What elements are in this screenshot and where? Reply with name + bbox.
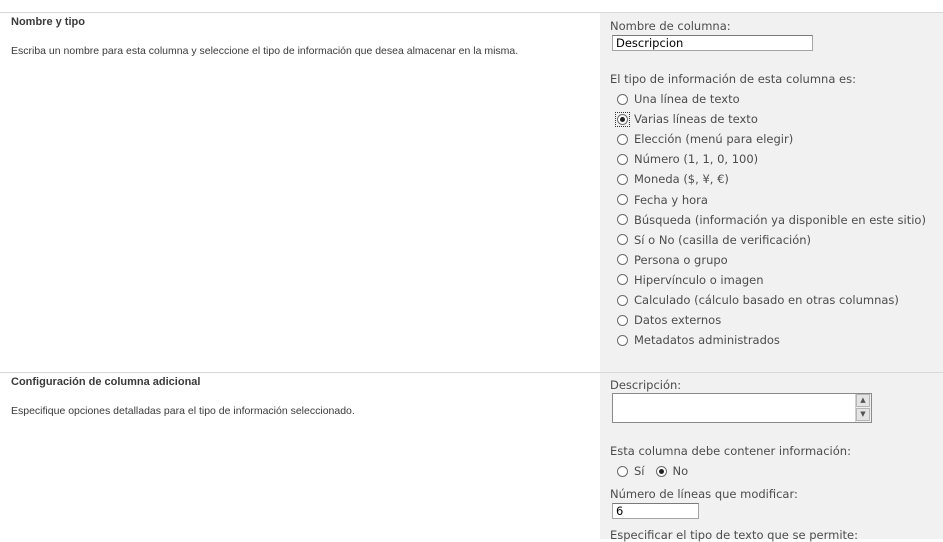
settings-column: Nombre de columna: Descripcion El tipo d… <box>600 0 943 542</box>
radio-circle-icon <box>617 465 628 477</box>
lines-input[interactable]: 6 <box>612 503 699 519</box>
radio-circle-icon <box>617 274 628 286</box>
column-type-option[interactable]: Una línea de texto <box>616 90 740 108</box>
column-type-label: El tipo de información de esta columna e… <box>610 72 856 86</box>
column-type-label-text: Hipervínculo o imagen <box>634 272 764 287</box>
text-type-label: Especificar el tipo de texto que se perm… <box>610 528 858 542</box>
column-type-option[interactable]: Metadatos administrados <box>616 331 780 349</box>
column-type-label-text: Persona o grupo <box>634 252 728 267</box>
column-type-radio[interactable] <box>616 153 629 166</box>
column-type-label-text: Búsqueda (información ya disponible en e… <box>634 212 926 227</box>
column-type-radio[interactable] <box>616 294 629 307</box>
column-type-label-text: Número (1, 1, 0, 100) <box>634 152 759 167</box>
radio-circle-icon <box>617 334 628 346</box>
radio-circle-icon <box>617 214 628 226</box>
column-type-option[interactable]: Búsqueda (información ya disponible en e… <box>616 211 926 229</box>
column-type-option[interactable]: Hipervínculo o imagen <box>616 271 764 289</box>
column-type-option[interactable]: Datos externos <box>616 311 721 329</box>
radio-circle-icon <box>617 173 628 185</box>
required-no-radio[interactable] <box>655 465 668 478</box>
radio-circle-icon <box>617 133 628 145</box>
column-type-label-text: Varias líneas de texto <box>634 112 758 127</box>
radio-circle-icon <box>617 93 628 105</box>
column-type-label-text: Moneda ($, ¥, €) <box>634 172 729 187</box>
description-scrollbar[interactable]: ▲ ▼ <box>855 394 871 422</box>
description-label: Descripción: <box>610 378 682 392</box>
radio-circle-icon <box>617 314 628 326</box>
column-type-option[interactable]: Elección (menú para elegir) <box>616 130 793 148</box>
column-type-radio[interactable] <box>615 111 630 127</box>
scroll-up-button[interactable]: ▲ <box>856 394 870 407</box>
description-textarea[interactable]: ▲ ▼ <box>612 393 872 423</box>
column-type-label-text: Una línea de texto <box>634 92 740 106</box>
section1-description: Escriba un nombre para esta columna y se… <box>11 45 519 57</box>
section2-title: Configuración de columna adicional <box>11 376 201 388</box>
column-type-label-text: Metadatos administrados <box>634 333 780 348</box>
column-type-radio[interactable] <box>616 253 629 266</box>
required-yes-label: Sí <box>634 464 645 478</box>
column-type-radio[interactable] <box>616 273 629 286</box>
column-type-radio[interactable] <box>616 213 629 226</box>
scroll-down-button[interactable]: ▼ <box>856 408 870 421</box>
column-type-radio[interactable] <box>616 93 629 106</box>
radio-circle-icon <box>617 294 628 306</box>
column-type-label-text: Elección (menú para elegir) <box>634 132 794 147</box>
required-no-label: No <box>672 464 689 478</box>
column-name-label: Nombre de columna: <box>610 19 731 33</box>
column-type-radio[interactable] <box>616 334 629 347</box>
column-type-option[interactable]: Varias líneas de texto <box>615 110 758 128</box>
column-type-radio[interactable] <box>616 173 629 186</box>
lines-label: Número de líneas que modificar: <box>610 487 798 501</box>
radio-circle-icon <box>617 113 628 125</box>
column-type-option[interactable]: Moneda ($, ¥, €) <box>616 170 729 188</box>
section1-title: Nombre y tipo <box>11 16 85 28</box>
required-label: Esta columna debe contener información: <box>610 444 851 458</box>
column-type-option[interactable]: Sí o No (casilla de verificación) <box>616 231 811 249</box>
column-type-label-text: Sí o No (casilla de verificación) <box>634 232 812 247</box>
column-type-label-text: Datos externos <box>634 313 722 328</box>
column-type-radio[interactable] <box>616 133 629 146</box>
column-type-option[interactable]: Persona o grupo <box>616 251 728 269</box>
column-type-radio[interactable] <box>616 233 629 246</box>
column-type-option[interactable]: Calculado (cálculo basado en otras colum… <box>616 291 899 309</box>
column-type-radio[interactable] <box>616 193 629 206</box>
radio-circle-icon <box>655 465 667 477</box>
column-name-input[interactable]: Descripcion <box>612 35 813 51</box>
column-type-radio[interactable] <box>616 314 629 327</box>
column-type-option[interactable]: Fecha y hora <box>616 191 708 209</box>
column-type-option[interactable]: Número (1, 1, 0, 100) <box>616 150 758 168</box>
radio-circle-icon <box>617 194 628 205</box>
required-yes-radio[interactable] <box>616 465 629 478</box>
radio-circle-icon <box>617 153 628 165</box>
column-type-label-text: Fecha y hora <box>634 192 708 207</box>
required-radio-group: Sí No <box>616 463 698 479</box>
radio-circle-icon <box>617 254 628 266</box>
radio-circle-icon <box>617 234 628 246</box>
section2-description: Especifique opciones detalladas para el … <box>11 405 355 417</box>
column-type-label-text: Calculado (cálculo basado en otras colum… <box>634 293 899 307</box>
